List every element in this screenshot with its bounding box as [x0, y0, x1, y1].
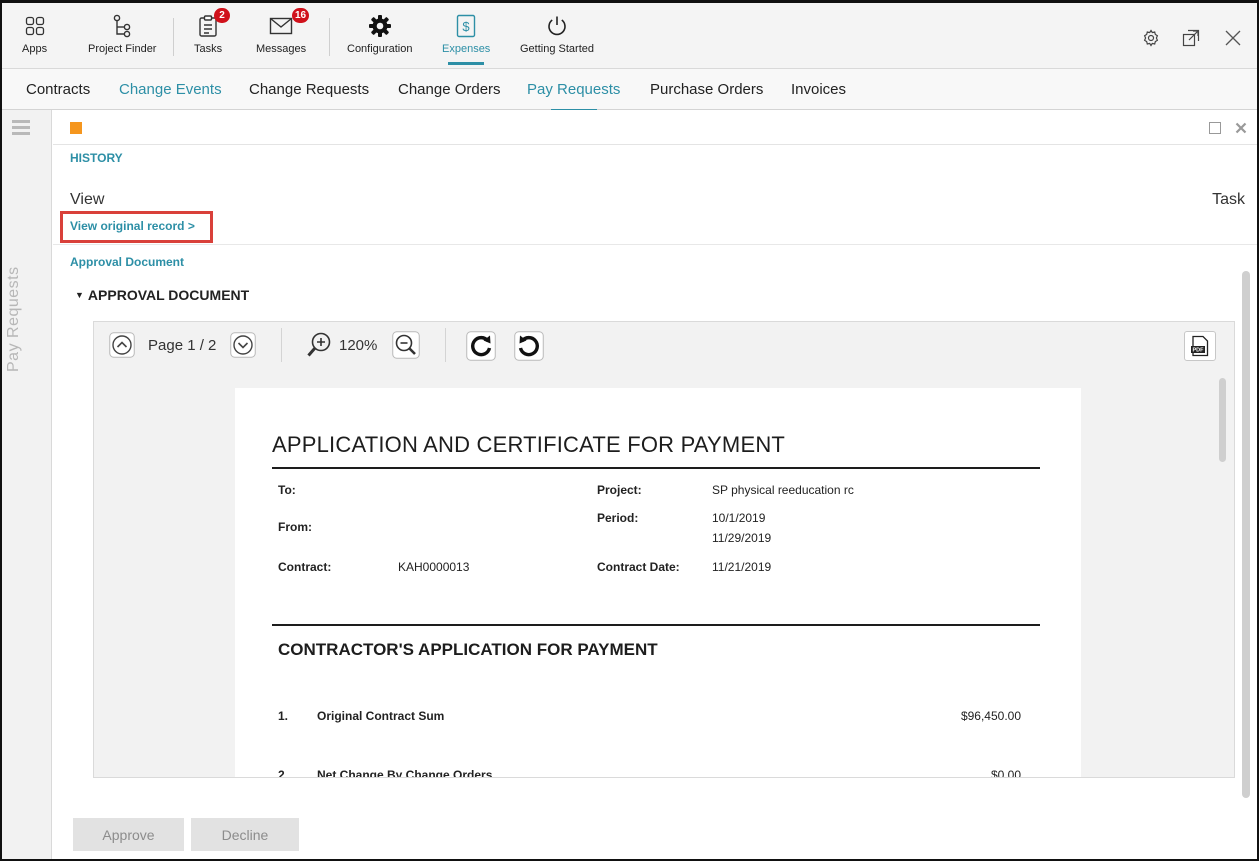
apps-button[interactable]: Apps [22, 11, 47, 63]
line-item-number: 1. [278, 709, 289, 723]
messages-label: Messages [256, 43, 307, 55]
dollar-document-icon: $ [456, 11, 476, 41]
record-status-indicator [70, 122, 82, 134]
divider [53, 144, 1257, 145]
tasks-label: Tasks [194, 43, 223, 55]
tab-pay-requests-label: Pay Requests [527, 81, 621, 98]
getting-started-label: Getting Started [520, 43, 594, 55]
apps-grid-icon [25, 11, 45, 41]
zoom-level: 120% [339, 337, 378, 354]
project-value: SP physical reeducation rc [712, 483, 854, 497]
line-item-amount: $0.00 [990, 768, 1021, 778]
rotate-clockwise-icon[interactable] [466, 331, 496, 361]
viewer-toolbar-divider [281, 328, 282, 362]
download-pdf-button[interactable]: PDF [1184, 331, 1216, 361]
line-item-label: Original Contract Sum [317, 709, 445, 723]
tab-change-orders[interactable]: Change Orders [398, 81, 501, 98]
view-label: View [70, 191, 105, 208]
hamburger-menu-icon[interactable] [12, 120, 30, 138]
tab-pay-requests[interactable]: Pay Requests [527, 81, 621, 112]
approval-document-heading: APPROVAL DOCUMENT [87, 287, 250, 303]
project-tree-icon [111, 11, 133, 41]
messages-button[interactable]: 16 Messages [256, 8, 310, 63]
gear-icon [368, 11, 392, 41]
line-item-number: 2. [278, 768, 289, 778]
contract-date-label: Contract Date: [597, 560, 680, 574]
period-end: 11/29/2019 [712, 531, 772, 545]
document-viewer: Page 1 / 2 120% PDF APPLICATION AND CERT… [93, 321, 1235, 778]
tab-change-requests[interactable]: Change Requests [249, 81, 369, 98]
previous-page-button[interactable] [109, 332, 135, 358]
line-item-amount: $96,450.00 [960, 709, 1021, 723]
envelope-icon: 16 [269, 8, 310, 41]
apps-label: Apps [22, 43, 48, 55]
clipboard-icon: 2 [198, 8, 231, 41]
project-finder-label: Project Finder [88, 43, 157, 55]
approval-document-link[interactable]: Approval Document [70, 255, 184, 269]
toolbar-divider [173, 18, 174, 56]
active-underline [448, 62, 485, 65]
panel-window-controls [1209, 121, 1247, 139]
messages-badge: 16 [291, 8, 310, 23]
toolbar-divider [329, 18, 330, 56]
configuration-label: Configuration [347, 43, 413, 55]
svg-text:PDF: PDF [1193, 348, 1205, 354]
approve-button[interactable]: Approve [73, 818, 184, 851]
rail-label[interactable]: Pay Requests [5, 266, 23, 372]
caret-down-icon: ▼ [75, 290, 84, 300]
module-tabs: Contracts Change Events Change Requests … [2, 69, 1257, 112]
settings-gear-icon[interactable] [1142, 29, 1160, 47]
record-panel: HISTORY View Task View original record >… [53, 110, 1257, 859]
document-page: APPLICATION AND CERTIFICATE FOR PAYMENT … [235, 388, 1081, 778]
document-subtitle: CONTRACTOR'S APPLICATION FOR PAYMENT [278, 640, 658, 659]
approval-document-section-toggle[interactable]: ▼ APPROVAL DOCUMENT [75, 287, 249, 303]
zoom-in-icon[interactable] [306, 331, 334, 359]
contract-number: KAH0000013 [398, 560, 470, 574]
tasks-button[interactable]: 2 Tasks [194, 8, 231, 63]
tab-change-events[interactable]: Change Events [119, 81, 222, 98]
period-label: Period: [597, 511, 639, 525]
from-label: From: [278, 520, 312, 534]
viewer-toolbar-divider [445, 328, 446, 362]
app-window: Apps Project Finder 2 Tasks 16 Messages [0, 0, 1259, 861]
left-rail: Pay Requests [2, 110, 52, 859]
title-rule [272, 467, 1040, 469]
tab-invoices[interactable]: Invoices [791, 81, 846, 98]
next-page-button[interactable] [230, 332, 256, 358]
close-icon[interactable] [1224, 29, 1242, 47]
tab-contracts[interactable]: Contracts [26, 81, 90, 98]
tab-purchase-orders[interactable]: Purchase Orders [650, 81, 763, 98]
tasks-badge: 2 [214, 8, 231, 23]
section-rule [272, 624, 1040, 626]
period-start: 10/1/2019 [712, 511, 766, 525]
history-link[interactable]: HISTORY [70, 151, 123, 165]
power-icon [546, 11, 568, 41]
divider [53, 244, 1257, 245]
pdf-file-icon: PDF [1191, 335, 1209, 357]
rotate-counterclockwise-icon[interactable] [514, 331, 544, 361]
decline-button[interactable]: Decline [191, 818, 299, 851]
view-original-record-link[interactable]: View original record > [70, 219, 195, 233]
close-panel-icon[interactable] [1235, 121, 1247, 139]
svg-text:$: $ [463, 19, 471, 34]
project-label: Project: [597, 483, 642, 497]
popout-window-icon[interactable] [1182, 29, 1200, 47]
to-label: To: [278, 483, 296, 497]
contract-date-value: 11/21/2019 [712, 560, 772, 574]
project-finder-button[interactable]: Project Finder [88, 11, 156, 63]
viewer-scrollbar-thumb[interactable] [1219, 378, 1226, 462]
expenses-label: Expenses [442, 43, 491, 55]
configuration-button[interactable]: Configuration [347, 11, 412, 63]
top-toolbar: Apps Project Finder 2 Tasks 16 Messages [2, 3, 1257, 69]
expenses-button[interactable]: $ Expenses [442, 11, 491, 65]
contract-label: Contract: [278, 560, 332, 574]
line-item-label: Net Change By Change Orders [317, 768, 493, 778]
task-label: Task [1212, 191, 1245, 208]
getting-started-button[interactable]: Getting Started [520, 11, 594, 63]
zoom-out-icon[interactable] [392, 331, 420, 359]
maximize-icon[interactable] [1209, 121, 1221, 139]
document-title: APPLICATION AND CERTIFICATE FOR PAYMENT [272, 432, 786, 457]
page-indicator: Page 1 / 2 [148, 337, 217, 354]
panel-scrollbar-thumb[interactable] [1242, 271, 1250, 798]
